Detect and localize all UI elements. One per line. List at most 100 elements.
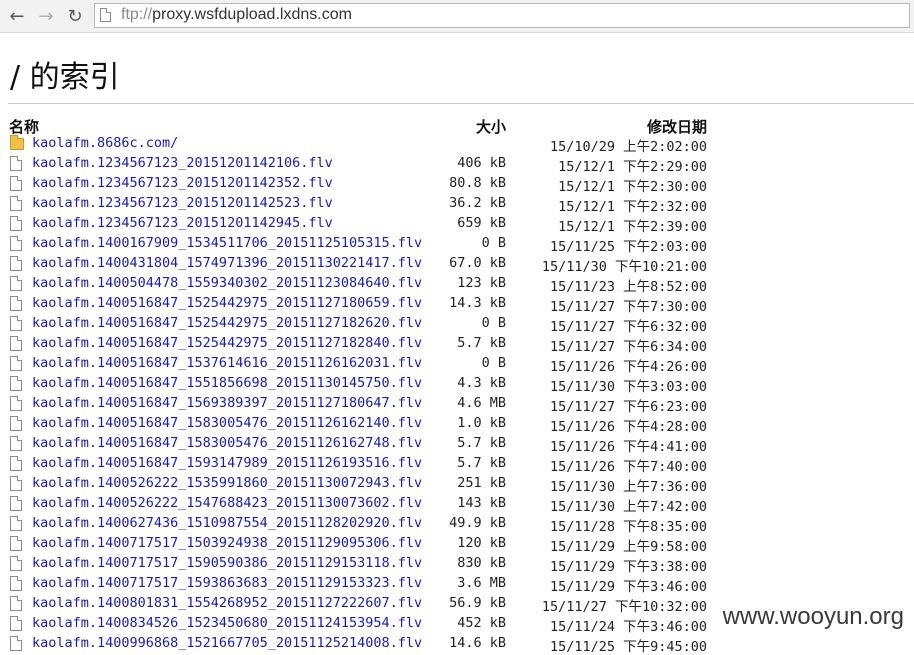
address-bar[interactable]: ftp://proxy.wsfdupload.lxdns.com xyxy=(94,3,910,28)
file-icon xyxy=(10,496,22,511)
entry-size: 49.9 kB xyxy=(449,515,506,531)
entry-link[interactable]: kaolafm.1400516847_1525442975_2015112718… xyxy=(32,295,422,311)
entry-date: 15/12/1 下午2:39:00 xyxy=(558,219,707,235)
file-icon xyxy=(10,436,22,451)
list-item: kaolafm.1400516847_1583005476_2015112616… xyxy=(0,414,914,435)
file-icon xyxy=(10,536,22,551)
list-item: kaolafm.1400526222_1535991860_2015113007… xyxy=(0,474,914,495)
entry-link[interactable]: kaolafm.1400516847_1551856698_2015113014… xyxy=(32,375,422,391)
entry-link[interactable]: kaolafm.1400516847_1525442975_2015112718… xyxy=(32,315,422,331)
entry-date: 15/11/30 上午7:42:00 xyxy=(549,499,707,515)
file-icon xyxy=(10,216,22,231)
entry-link[interactable]: kaolafm.1400801831_1554268952_2015112722… xyxy=(32,595,422,611)
entry-size: 5.7 kB xyxy=(457,455,506,471)
list-item: kaolafm.1234567123_20151201142352.flv 80.… xyxy=(0,174,914,195)
file-icon xyxy=(10,276,22,291)
entry-link[interactable]: kaolafm.1400516847_1583005476_2015112616… xyxy=(32,435,422,451)
entry-link[interactable]: kaolafm.1400167909_1534511706_2015112510… xyxy=(32,235,422,251)
entry-date: 15/12/1 下午2:29:00 xyxy=(558,159,707,175)
list-item: kaolafm.1400516847_1525442975_2015112718… xyxy=(0,294,914,315)
entry-date: 15/11/27 下午6:23:00 xyxy=(549,399,707,415)
file-icon xyxy=(10,476,22,491)
entry-link[interactable]: kaolafm.1400516847_1537614616_2015112616… xyxy=(32,355,422,371)
entry-link[interactable]: kaolafm.8686c.com/ xyxy=(32,135,178,151)
entry-size: 5.7 kB xyxy=(457,435,506,451)
entry-size: 452 kB xyxy=(457,615,506,631)
back-button[interactable]: ← xyxy=(6,5,28,27)
entry-date: 15/11/30 上午7:36:00 xyxy=(549,479,707,495)
entry-date: 15/11/28 下午8:35:00 xyxy=(549,519,707,535)
entry-date: 15/12/1 下午2:30:00 xyxy=(558,179,707,195)
entry-link[interactable]: kaolafm.1400504478_1559340302_2015112308… xyxy=(32,275,422,291)
list-item: kaolafm.1400516847_1583005476_2015112616… xyxy=(0,434,914,455)
entry-date: 15/11/25 下午9:45:00 xyxy=(549,639,707,655)
entry-size: 406 kB xyxy=(457,155,506,171)
list-item: kaolafm.1400516847_1537614616_2015112616… xyxy=(0,354,914,375)
list-item: kaolafm.1400516847_1525442975_2015112718… xyxy=(0,314,914,335)
entry-size: 80.8 kB xyxy=(449,175,506,191)
file-icon xyxy=(10,576,22,591)
entry-size: 0 B xyxy=(481,355,506,371)
file-icon xyxy=(10,256,22,271)
entry-link[interactable]: kaolafm.1234567123_20151201142523.flv xyxy=(32,195,333,211)
list-item: kaolafm.1234567123_20151201142945.flv 659… xyxy=(0,214,914,235)
entry-link[interactable]: kaolafm.1400717517_1503924938_2015112909… xyxy=(32,535,422,551)
entry-date: 15/11/25 下午2:03:00 xyxy=(549,239,707,255)
list-item: kaolafm.1234567123_20151201142523.flv 36.… xyxy=(0,194,914,215)
list-item: kaolafm.1234567123_20151201142106.flv 406… xyxy=(0,154,914,175)
entry-size: 4.6 MB xyxy=(457,395,506,411)
entry-size: 830 kB xyxy=(457,555,506,571)
entry-link[interactable]: kaolafm.1400516847_1525442975_2015112718… xyxy=(32,335,422,351)
entry-size: 143 kB xyxy=(457,495,506,511)
entry-link[interactable]: kaolafm.1400717517_1593863683_2015112915… xyxy=(32,575,422,591)
entry-link[interactable]: kaolafm.1400834526_1523450680_2015112415… xyxy=(32,615,422,631)
list-item: kaolafm.1400516847_1593147989_2015112619… xyxy=(0,454,914,475)
file-icon xyxy=(10,556,22,571)
reload-button[interactable]: ↻ xyxy=(64,5,86,27)
entry-size: 1.0 kB xyxy=(457,415,506,431)
entry-link[interactable]: kaolafm.1400516847_1593147989_2015112619… xyxy=(32,455,422,471)
file-icon xyxy=(10,316,22,331)
file-icon xyxy=(10,196,22,211)
entry-date: 15/12/1 下午2:32:00 xyxy=(558,199,707,215)
list-item: kaolafm.1400167909_1534511706_2015112510… xyxy=(0,234,914,255)
list-item: kaolafm.1400717517_1593863683_2015112915… xyxy=(0,574,914,595)
list-item: kaolafm.8686c.com/15/10/29 上午2:02:00 xyxy=(0,134,914,155)
file-icon xyxy=(10,596,22,611)
entry-link[interactable]: kaolafm.1400627436_1510987554_2015112820… xyxy=(32,515,422,531)
forward-button[interactable]: → xyxy=(35,5,57,27)
url-host: proxy.wsfdupload.lxdns.com xyxy=(152,6,352,23)
entry-link[interactable]: kaolafm.1234567123_20151201142106.flv xyxy=(32,155,333,171)
list-item: kaolafm.1400526222_1547688423_2015113007… xyxy=(0,494,914,515)
entry-size: 14.6 kB xyxy=(449,635,506,651)
entry-link[interactable]: kaolafm.1400431804_1574971396_2015113022… xyxy=(32,255,422,271)
entry-size: 36.2 kB xyxy=(449,195,506,211)
entry-date: 15/11/27 下午6:34:00 xyxy=(549,339,707,355)
entry-link[interactable]: kaolafm.1400717517_1590590386_2015112915… xyxy=(32,555,422,571)
entry-date: 15/11/24 下午3:46:00 xyxy=(549,619,707,635)
url-text[interactable]: ftp://proxy.wsfdupload.lxdns.com xyxy=(121,6,352,24)
entry-link[interactable]: kaolafm.1400996868_1521667705_2015112521… xyxy=(32,635,422,651)
entry-size: 0 B xyxy=(481,235,506,251)
file-list: kaolafm.8686c.com/15/10/29 上午2:02:00 kaol… xyxy=(0,134,914,655)
entry-date: 15/11/26 下午4:26:00 xyxy=(549,359,707,375)
entry-size: 67.0 kB xyxy=(449,255,506,271)
reload-icon: ↻ xyxy=(67,5,83,27)
arrow-right-icon: → xyxy=(38,5,54,27)
watermark: www.wooyun.org xyxy=(720,603,906,631)
file-icon xyxy=(10,636,22,651)
entry-link[interactable]: kaolafm.1400526222_1535991860_2015113007… xyxy=(32,475,422,491)
entry-date: 15/11/30 下午10:21:00 xyxy=(541,259,707,275)
entry-link[interactable]: kaolafm.1234567123_20151201142945.flv xyxy=(32,215,333,231)
file-icon xyxy=(10,336,22,351)
entry-link[interactable]: kaolafm.1400516847_1583005476_2015112616… xyxy=(32,415,422,431)
file-icon xyxy=(10,616,22,631)
file-icon xyxy=(10,456,22,471)
entry-date: 15/11/30 下午3:03:00 xyxy=(549,379,707,395)
entry-date: 15/11/29 上午9:58:00 xyxy=(549,539,707,555)
entry-link[interactable]: kaolafm.1400516847_1569389397_2015112718… xyxy=(32,395,422,411)
list-item: kaolafm.1400996868_1521667705_2015112521… xyxy=(0,634,914,655)
entry-link[interactable]: kaolafm.1400526222_1547688423_2015113007… xyxy=(32,495,422,511)
page-title: / 的索引 xyxy=(10,60,120,95)
entry-link[interactable]: kaolafm.1234567123_20151201142352.flv xyxy=(32,175,333,191)
